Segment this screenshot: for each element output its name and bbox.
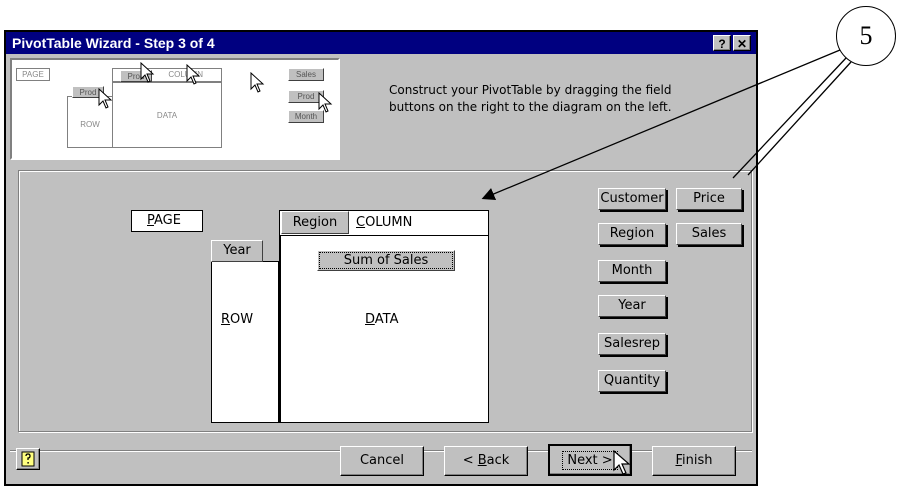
callout-line-to-fields-2 (747, 61, 852, 176)
callout-line-to-fields (732, 57, 847, 179)
callout-arrow-to-column (481, 49, 841, 201)
callout-arrows (481, 49, 852, 201)
